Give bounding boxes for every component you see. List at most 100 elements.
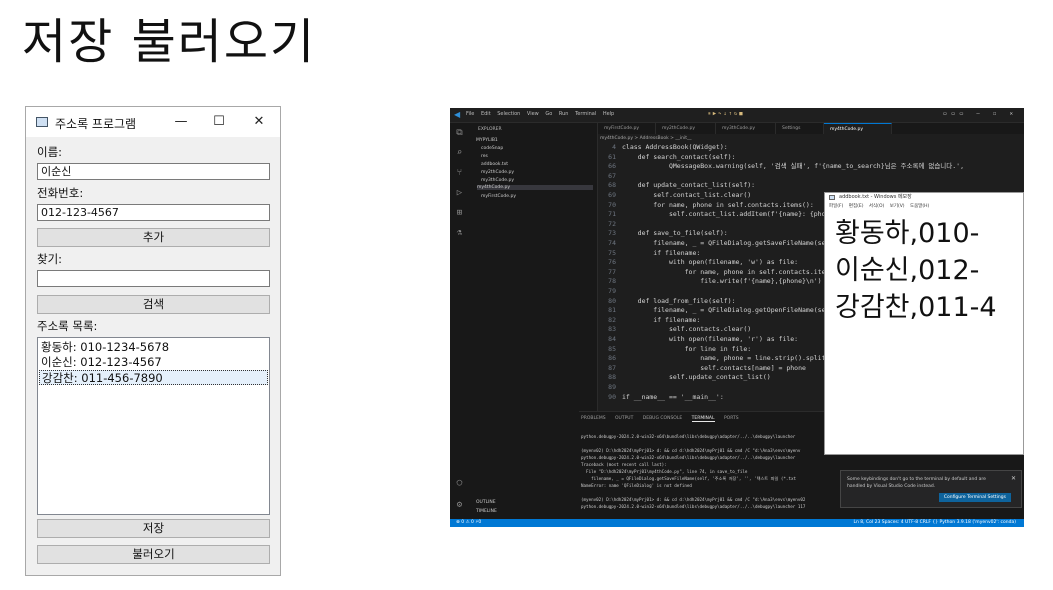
code-line[interactable]: 79: [600, 287, 622, 296]
menu-file[interactable]: 파일(F): [829, 204, 843, 209]
menu-edit[interactable]: Edit: [481, 111, 491, 117]
code-line[interactable]: 69 self.contact_list.clear(): [600, 191, 751, 200]
code-line[interactable]: 71 self.contact_list.addItem(f'{name}: {…: [600, 210, 837, 219]
add-button[interactable]: 추가: [37, 228, 270, 247]
line-number: 75: [608, 248, 616, 257]
code-line[interactable]: 75 if filename:: [600, 249, 700, 258]
outline-section[interactable]: OUTLINE: [476, 500, 496, 505]
name-input[interactable]: 이순신: [37, 163, 270, 180]
code-text: filename, _ = QFileDialog.getSaveFileNam…: [622, 239, 838, 247]
timeline-section[interactable]: TIMELINE: [476, 509, 497, 514]
code-line[interactable]: 86 name, phone = line.strip().split(',: [600, 354, 837, 363]
tab-debug-console[interactable]: DEBUG CONSOLE: [643, 416, 682, 421]
code-line[interactable]: 72: [600, 220, 622, 229]
file-item[interactable]: res: [481, 154, 488, 159]
file-item-active[interactable]: my4thCode.py: [477, 185, 593, 190]
run-debug-icon[interactable]: ▷: [450, 183, 469, 203]
file-item[interactable]: addbook.txt: [481, 162, 508, 167]
source-control-icon[interactable]: ⑂: [450, 163, 469, 183]
maximize-button[interactable]: ☐: [206, 112, 232, 132]
phone-input[interactable]: 012-123-4567: [37, 204, 270, 221]
search-input[interactable]: [37, 270, 270, 287]
address-book-window: 주소록 프로그램 — ☐ ✕ 이름: 이순신 전화번호: 012-123-456…: [25, 106, 281, 576]
code-line[interactable]: 84 with open(filename, 'r') as file:: [600, 335, 798, 344]
explorer-icon[interactable]: ⧉: [450, 123, 469, 143]
menu-view[interactable]: 보기(V): [890, 204, 905, 209]
file-item[interactable]: myFirstCode.py: [481, 194, 516, 199]
tab-my2thcode[interactable]: my2thCode.py: [656, 123, 716, 134]
list-item[interactable]: 황동하: 010-1234-5678: [39, 340, 268, 355]
tab-settings[interactable]: Settings: [776, 123, 824, 134]
menu-format[interactable]: 서식(O): [869, 204, 884, 209]
code-line[interactable]: 73 def save_to_file(self):: [600, 229, 728, 238]
tab-ports[interactable]: PORTS: [724, 416, 739, 421]
code-line[interactable]: 83 self.contacts.clear(): [600, 325, 751, 334]
close-button[interactable]: ✕: [246, 112, 272, 132]
code-line[interactable]: 66 QMessageBox.warning(self, '검색 실패', f'…: [600, 162, 964, 171]
code-line[interactable]: 68 def update_contact_list(self):: [600, 181, 755, 190]
testing-icon[interactable]: ⚗: [450, 223, 469, 243]
menu-go[interactable]: Go: [545, 111, 552, 117]
save-button[interactable]: 저장: [37, 519, 270, 538]
notepad-icon: [829, 195, 835, 200]
folder-root[interactable]: MYPYLIB1: [476, 138, 498, 143]
search-button[interactable]: 검색: [37, 295, 270, 314]
tab-my4thcode[interactable]: my4thCode.py: [824, 123, 892, 134]
menu-edit[interactable]: 편집(E): [849, 204, 864, 209]
line-number: 87: [608, 363, 616, 372]
code-text: with open(filename, 'w') as file:: [622, 258, 799, 267]
status-info[interactable]: Ln 8, Col 23 Spaces: 4 UTF-8 CRLF {} Pyt…: [854, 519, 1017, 527]
line-number: 81: [608, 306, 616, 315]
configure-terminal-button[interactable]: Configure Terminal Settings: [938, 493, 1011, 502]
code-line[interactable]: 70 for name, phone in self.contacts.item…: [600, 201, 814, 210]
menu-file[interactable]: File: [466, 111, 474, 117]
load-button[interactable]: 불러오기: [37, 545, 270, 564]
search-icon[interactable]: ⌕: [450, 143, 469, 163]
menu-selection[interactable]: Selection: [497, 111, 520, 117]
tab-problems[interactable]: PROBLEMS: [581, 416, 606, 421]
code-line[interactable]: 81 filename, _ = QFileDialog.getOpenFile…: [600, 306, 837, 315]
list-item[interactable]: 이순신: 012-123-4567: [39, 355, 268, 370]
code-text: name, phone = line.strip().split(',: [622, 354, 838, 363]
code-line[interactable]: 4 class AddressBook(QWidget):: [600, 143, 728, 152]
tab-terminal[interactable]: TERMINAL: [691, 416, 715, 422]
code-line[interactable]: 80 def load_from_file(self):: [600, 297, 735, 306]
extensions-icon[interactable]: ⊞: [450, 203, 469, 223]
file-item[interactable]: my3thCode.py: [481, 178, 514, 183]
close-icon[interactable]: ✕: [1011, 475, 1016, 482]
code-line[interactable]: 87 self.contacts[name] = phone: [600, 364, 806, 373]
code-line[interactable]: 61 def search_contact(self):: [600, 153, 735, 162]
tab-myfirstcode[interactable]: myFirstCode.py: [598, 123, 656, 134]
menu-view[interactable]: View: [527, 111, 539, 117]
editor-tabs: myFirstCode.py my2thCode.py my3thCode.py…: [598, 123, 1024, 134]
notepad-text-area[interactable]: 황동하,010- 이순신,012- 강감찬,011-4: [835, 215, 997, 326]
contact-list[interactable]: 황동하: 010-1234-5678 이순신: 012-123-4567 강감찬…: [37, 337, 270, 515]
tab-my3thcode[interactable]: my3thCode.py: [716, 123, 776, 134]
breadcrumb[interactable]: my4thCode.py > AddressBook > __init__: [600, 136, 692, 141]
code-line[interactable]: 88 self.update_contact_list(): [600, 373, 771, 382]
menu-run[interactable]: Run: [559, 111, 569, 117]
code-line[interactable]: 67: [600, 172, 622, 181]
account-icon[interactable]: ◯: [450, 473, 469, 493]
settings-gear-icon[interactable]: ⚙: [450, 495, 469, 515]
list-item-selected[interactable]: 강감찬: 011-456-7890: [39, 370, 268, 385]
file-item[interactable]: codeSnap: [481, 146, 503, 151]
minimize-button[interactable]: —: [168, 112, 194, 132]
code-line[interactable]: 77 for name, phone in self.contacts.item…: [600, 268, 837, 277]
debug-toolbar[interactable]: ⏸▶↷↓↑↻■: [708, 111, 745, 118]
code-text: self.update_contact_list(): [622, 373, 771, 382]
tab-output[interactable]: OUTPUT: [615, 416, 633, 421]
code-line[interactable]: 78 file.write(f'{name},{phone}\n'): [600, 277, 821, 286]
code-line[interactable]: 89: [600, 383, 622, 392]
menu-terminal[interactable]: Terminal: [575, 111, 596, 117]
menu-help[interactable]: Help: [603, 111, 614, 117]
window-controls[interactable]: ▭▭▭ — ☐ ✕: [943, 111, 1018, 117]
code-line[interactable]: 76 with open(filename, 'w') as file:: [600, 258, 798, 267]
file-item[interactable]: my2thCode.py: [481, 170, 514, 175]
menu-help[interactable]: 도움말(H): [910, 204, 929, 209]
code-line[interactable]: 74 filename, _ = QFileDialog.getSaveFile…: [600, 239, 837, 248]
code-line[interactable]: 85 for line in file:: [600, 345, 751, 354]
code-line[interactable]: 90 if __name__ == '__main__':: [600, 393, 724, 402]
code-line[interactable]: 82 if filename:: [600, 316, 700, 325]
status-problems[interactable]: ⊗ 0 ⚠ 0 ⚡0: [456, 519, 481, 527]
